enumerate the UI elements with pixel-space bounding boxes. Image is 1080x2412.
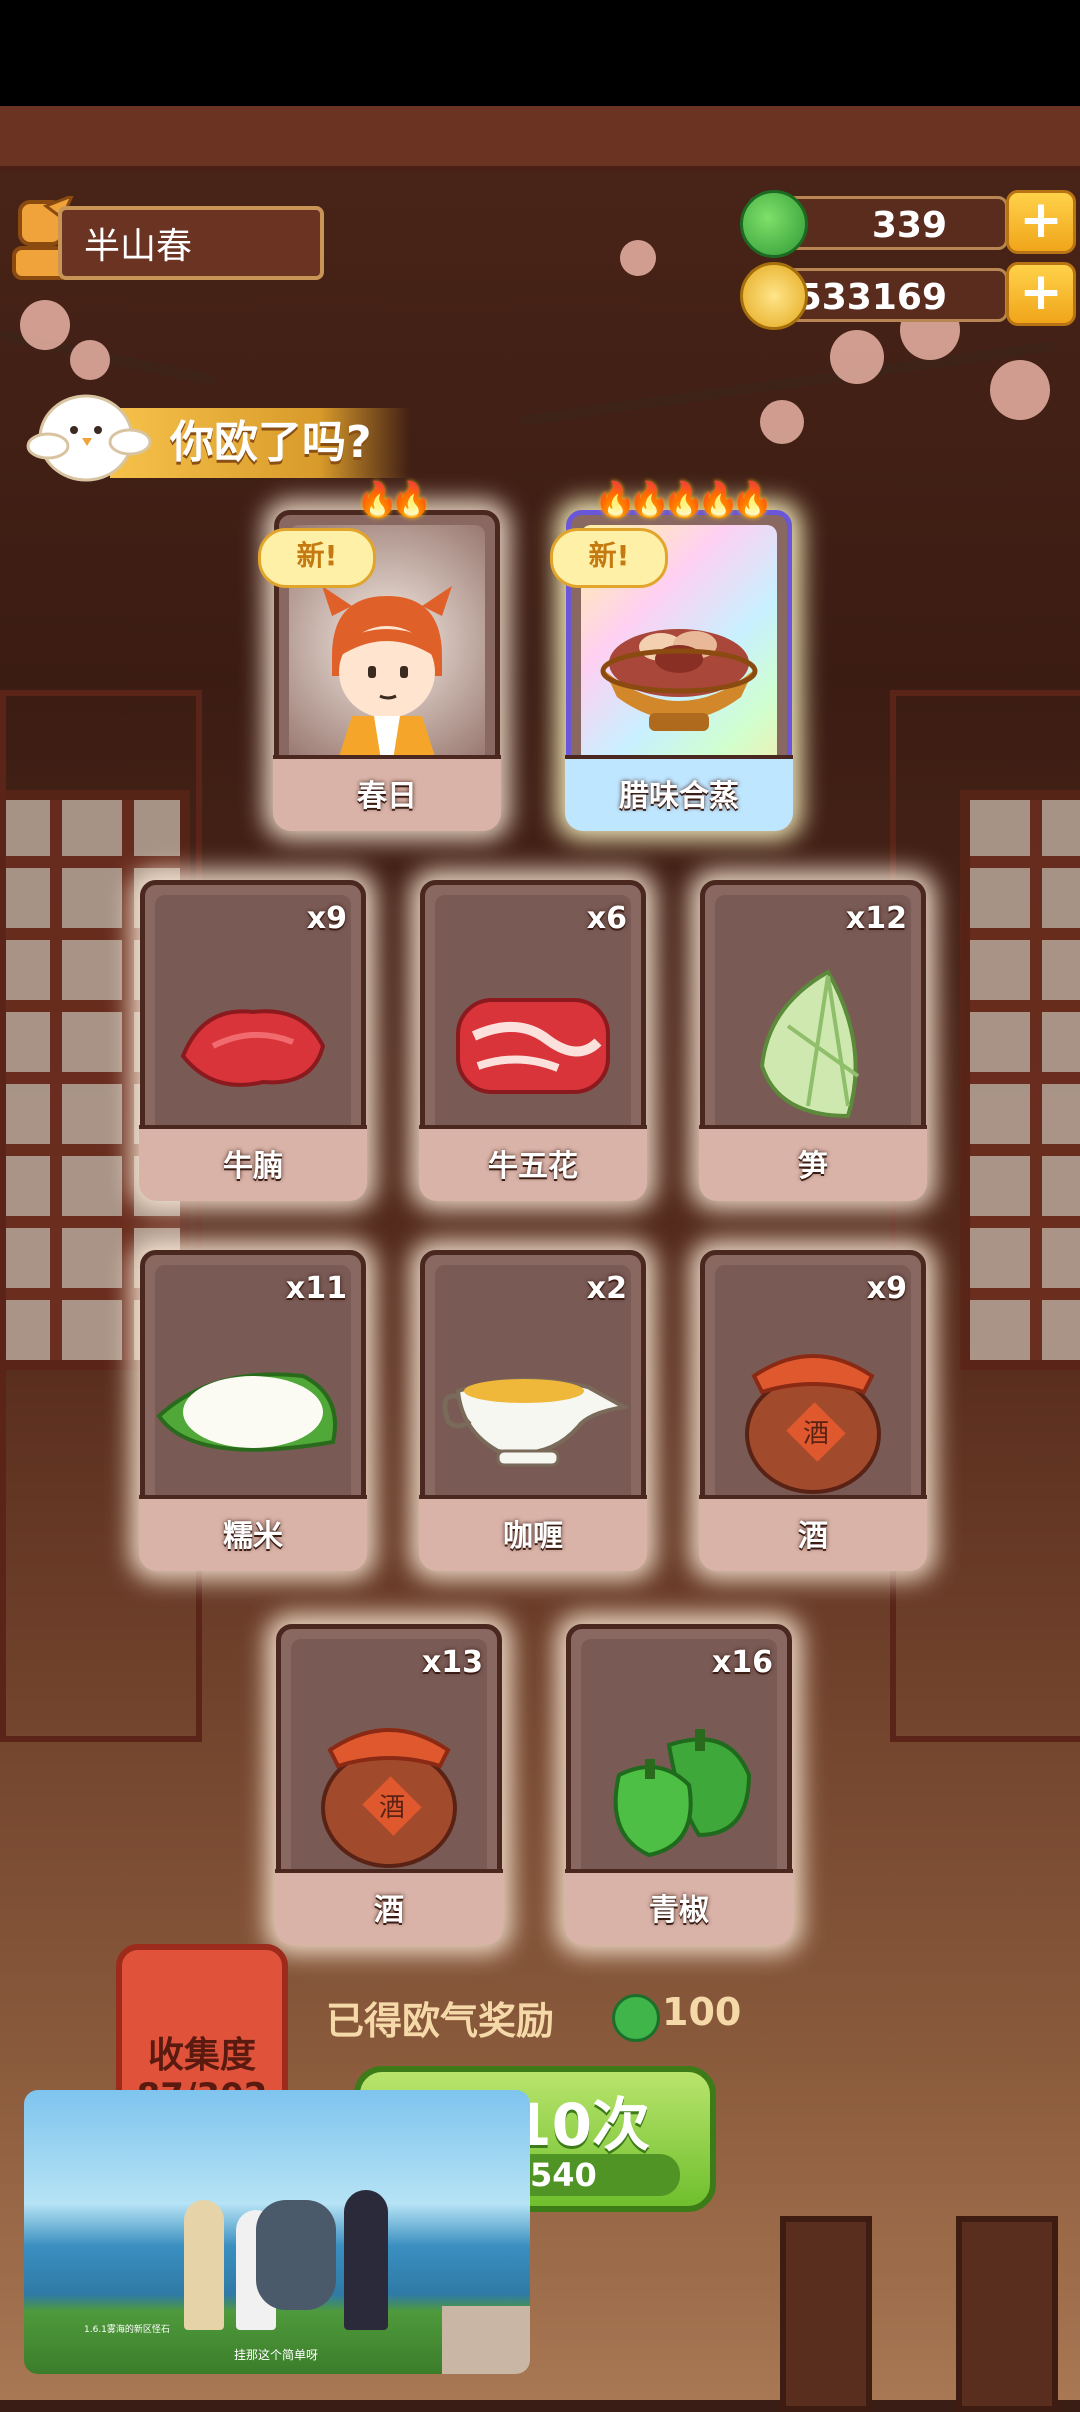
coin-value: 533169: [796, 277, 947, 318]
card-label: 春日: [357, 779, 417, 814]
sticky-rice-icon: [156, 1372, 337, 1452]
ingredient-card[interactable]: 酒 x9 酒: [699, 1250, 927, 1571]
blossom: [760, 400, 804, 444]
collection-label: 收集度: [147, 2035, 256, 2076]
video-character: [344, 2190, 388, 2330]
ingredient-card[interactable]: x9 牛腩: [139, 880, 367, 1201]
right-pillar: [890, 690, 1080, 1742]
jade-icon: [612, 1994, 660, 2042]
green-pepper-icon: [613, 1729, 752, 1858]
card-label: 酒: [798, 1519, 828, 1554]
pip-video-overlay[interactable]: 1.6.1雾海的新区怪石 挂那这个简单呀: [24, 2090, 530, 2374]
ceiling-beam: [0, 106, 1080, 172]
card-label: 咖喱: [503, 1519, 563, 1554]
rarity-flames: 🔥🔥🔥🔥🔥: [594, 480, 774, 520]
reward-text: 已得欧气奖励: [326, 1999, 555, 2043]
item-count: x12: [845, 901, 907, 936]
item-count: x2: [586, 1271, 627, 1306]
chick-mascot-icon: [26, 394, 152, 482]
player-name[interactable]: 半山春: [58, 206, 324, 280]
card-label: 青椒: [649, 1893, 709, 1928]
svg-text:酒: 酒: [379, 1793, 405, 1823]
blossom: [620, 240, 656, 276]
item-count: x9: [306, 901, 347, 936]
ingredient-card[interactable]: x6 牛五花: [419, 880, 647, 1201]
video-character: [184, 2200, 224, 2330]
video-subtitle: 1.6.1雾海的新区怪石: [84, 2325, 170, 2335]
draw-cost: 540: [530, 2156, 597, 2194]
coin-icon: [740, 262, 808, 330]
curry-gravy-boat-icon: [442, 1378, 628, 1467]
draw-label: 10次: [511, 2091, 650, 2159]
blossom: [830, 330, 884, 384]
rarity-flames: 🔥🔥: [356, 480, 433, 520]
ingredient-card[interactable]: 酒 x13 酒: [275, 1624, 503, 1945]
card-label: 牛五花: [488, 1149, 578, 1184]
item-count: x11: [285, 1271, 347, 1306]
add-jade-button[interactable]: +: [1006, 190, 1076, 254]
reward-value: 100: [662, 1990, 742, 2034]
new-badge: 新!: [258, 528, 376, 588]
new-badge: 新!: [550, 528, 668, 588]
bamboo-shoot-icon: [759, 969, 860, 1119]
character-portrait: [322, 586, 452, 767]
blossom: [20, 300, 70, 350]
card-label: 酒: [374, 1893, 404, 1928]
beef-brisket-icon: [180, 1009, 326, 1087]
left-pillar: [0, 690, 202, 1742]
svg-text:酒: 酒: [803, 1419, 829, 1449]
right-stool-2: [956, 2216, 1058, 2412]
item-count: x9: [866, 1271, 907, 1306]
wine-jar-icon: 酒: [745, 1354, 881, 1495]
status-bar: [0, 0, 1080, 106]
blossom: [70, 340, 110, 380]
blossom: [990, 360, 1050, 420]
item-count: x16: [711, 1645, 773, 1680]
jade-icon: [740, 190, 808, 258]
jade-value: 339: [871, 205, 947, 246]
wine-jar-icon: 酒: [321, 1728, 457, 1869]
card-label: 牛腩: [223, 1149, 283, 1184]
card-label: 笋: [798, 1149, 828, 1184]
add-coins-button[interactable]: +: [1006, 262, 1076, 326]
lucky-banner: 你欧了吗?: [110, 408, 410, 478]
beef-belly-icon: [456, 998, 610, 1095]
item-count: x6: [586, 901, 627, 936]
ingredient-card[interactable]: x2 咖喱: [419, 1250, 647, 1571]
item-count: x13: [421, 1645, 483, 1680]
streamer-avatar: [442, 2306, 530, 2374]
ingredient-card[interactable]: x11 糯米: [139, 1250, 367, 1571]
video-caption: 挂那这个简单呀: [234, 2348, 319, 2362]
ingredient-card[interactable]: x16 青椒: [565, 1624, 793, 1945]
video-statue: [256, 2200, 336, 2310]
dish-bowl-icon: [600, 629, 758, 732]
card-label: 糯米: [223, 1519, 283, 1554]
card-label: 腊味合蒸: [619, 779, 739, 814]
right-stool: [780, 2216, 872, 2412]
ingredient-card[interactable]: x12 笋: [699, 880, 927, 1201]
